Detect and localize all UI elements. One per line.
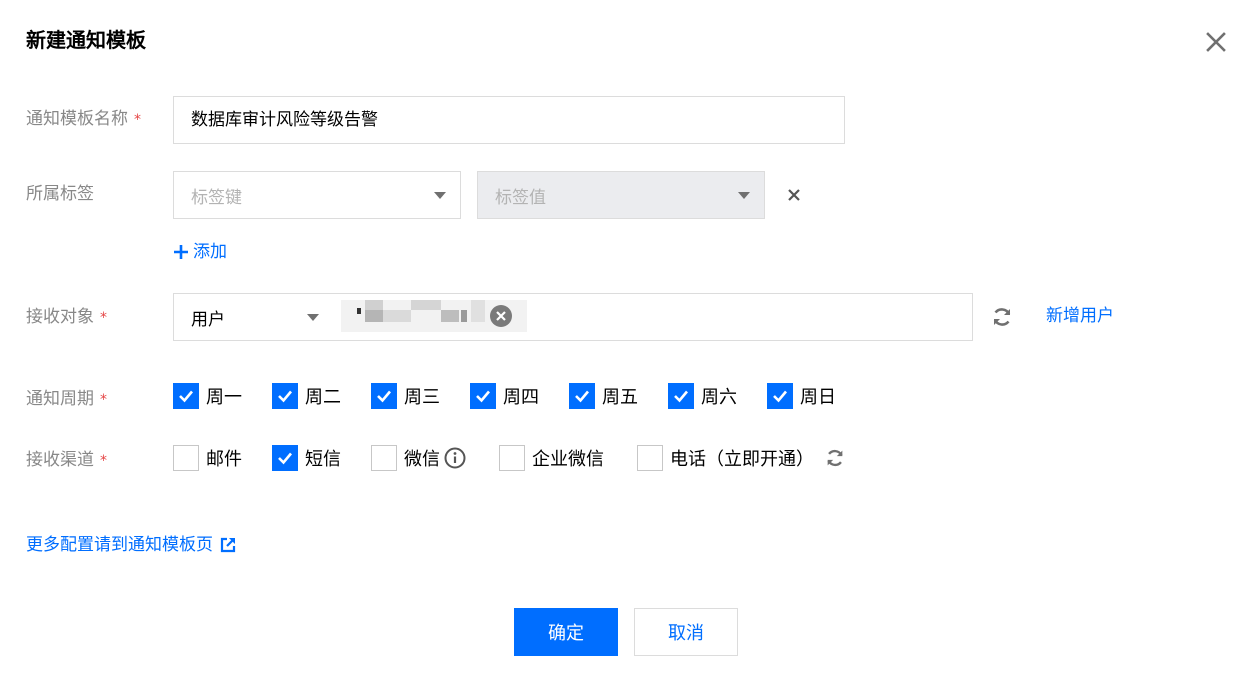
tags-label: 所属标签 [26,184,94,204]
refresh-icon[interactable] [990,305,1014,329]
checkbox-box [371,383,397,409]
check-icon [575,390,589,403]
channel-phone-label: 电话（立即开通） [670,449,814,470]
period-day-checkbox[interactable]: 周一 [173,383,242,409]
channel-wechat-checkbox[interactable]: 微信 [371,445,466,471]
checkbox-box [668,383,694,409]
check-icon [179,390,193,403]
period-day-label: 周日 [800,387,836,408]
checkbox-box [272,445,298,471]
checkbox-box [470,383,496,409]
period-day-checkbox[interactable]: 周六 [668,383,737,409]
check-icon [377,390,391,403]
channel-email-label: 邮件 [206,449,242,470]
check-icon [476,390,490,403]
template-name-input[interactable]: 数据库审计风险等级告警 [173,96,845,144]
external-link-icon [220,537,236,553]
tag-value-placeholder: 标签值 [495,187,546,208]
plus-icon [174,245,188,259]
channel-email-checkbox[interactable]: 邮件 [173,445,242,471]
period-day-label: 周五 [602,387,638,408]
channel-sms-label: 短信 [305,449,341,470]
required-mark: * [134,112,141,128]
period-day-checkbox[interactable]: 周日 [767,383,836,409]
required-mark: * [100,310,107,326]
recipient-type-value: 用户 [191,309,225,330]
period-day-checkbox[interactable]: 周三 [371,383,440,409]
template-name-label: 通知模板名称 * [26,109,141,129]
new-notification-template-dialog: 新建通知模板 通知模板名称 * 数据库审计风险等级告警 所属标签 标签键 标签值 … [0,0,1246,684]
recipient-tag-input[interactable] [333,293,973,341]
channel-wechat-label: 微信 [404,449,440,470]
checkbox-box [173,383,199,409]
channel-wecom-label: 企业微信 [532,449,604,470]
channel-phone-checkbox[interactable]: 电话（立即开通） [637,445,846,471]
confirm-button[interactable]: 确定 [514,608,618,656]
period-day-label: 周二 [305,387,341,408]
period-day-checkbox[interactable]: 周五 [569,383,638,409]
remove-tag-icon[interactable] [786,187,802,203]
period-day-label: 周三 [404,387,440,408]
checkbox-box [767,383,793,409]
add-tag-button[interactable]: 添加 [173,240,227,264]
check-icon [773,390,787,403]
channel-sms-checkbox[interactable]: 短信 [272,445,341,471]
close-icon[interactable] [1204,30,1228,54]
more-config-link[interactable]: 更多配置请到通知模板页 [26,533,237,557]
chevron-down-icon [738,192,750,199]
period-day-label: 周四 [503,387,539,408]
remove-user-icon[interactable] [490,305,512,327]
channels-label: 接收渠道 * [26,450,107,470]
tag-value-select: 标签值 [477,171,765,219]
checkbox-box [499,445,525,471]
period-label: 通知周期 * [26,389,107,409]
dialog-title: 新建通知模板 [26,28,146,52]
checkbox-box [371,445,397,471]
tag-key-select[interactable]: 标签键 [173,171,461,219]
cancel-button[interactable]: 取消 [634,608,738,656]
info-icon[interactable] [444,447,466,469]
checkbox-box [569,383,595,409]
required-mark: * [100,392,107,408]
add-user-link[interactable]: 新增用户 [1046,304,1114,328]
channel-wecom-checkbox[interactable]: 企业微信 [499,445,604,471]
required-mark: * [100,453,107,469]
check-icon [278,390,292,403]
refresh-icon[interactable] [824,446,846,470]
period-day-label: 周六 [701,387,737,408]
recipient-type-select[interactable]: 用户 [173,293,334,341]
period-day-checkbox[interactable]: 周四 [470,383,539,409]
period-day-checkbox[interactable]: 周二 [272,383,341,409]
period-day-label: 周一 [206,387,242,408]
add-tag-label: 添加 [193,242,227,262]
checkbox-box [173,445,199,471]
checkbox-box [637,445,663,471]
more-config-label: 更多配置请到通知模板页 [26,535,213,555]
check-icon [674,390,688,403]
selected-user-tag [341,300,527,332]
recipients-label: 接收对象 * [26,307,107,327]
checkbox-box [272,383,298,409]
check-icon [278,452,292,465]
chevron-down-icon [434,192,446,199]
chevron-down-icon [307,314,319,321]
tag-key-placeholder: 标签键 [191,187,242,208]
